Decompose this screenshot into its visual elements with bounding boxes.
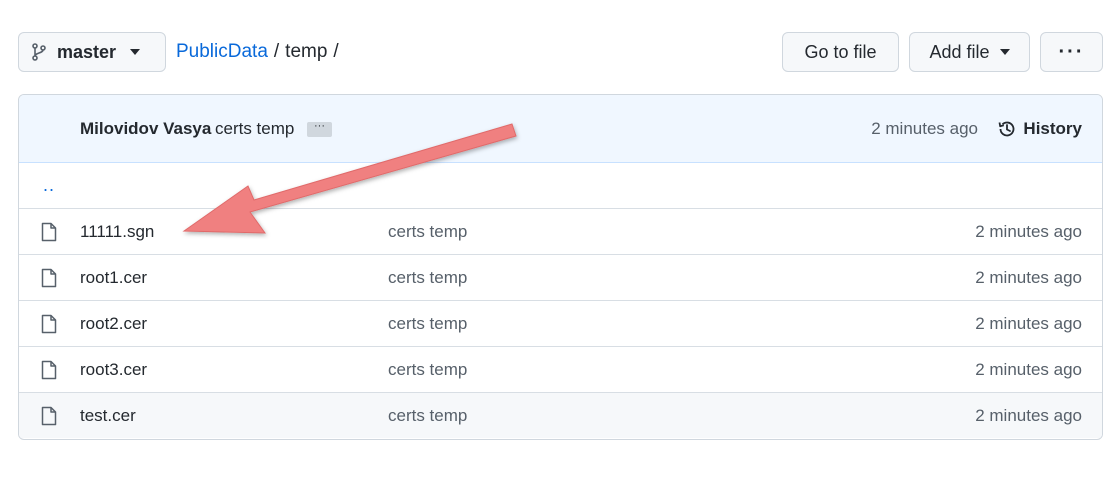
history-icon <box>999 121 1015 136</box>
breadcrumb-separator: / <box>333 41 339 62</box>
branch-select-button[interactable]: master <box>18 32 166 72</box>
file-icon <box>41 406 57 426</box>
file-commit-message[interactable]: certs temp <box>388 360 467 380</box>
branch-name: master <box>57 41 117 62</box>
file-commit-message[interactable]: certs temp <box>388 222 467 242</box>
latest-commit-bar: Milovidov Vasya certs temp ··· 2 minutes… <box>19 95 1102 163</box>
repo-toolbar: master PublicData / temp / Go to file Ad… <box>18 32 1103 74</box>
file-row[interactable]: 11111.sgn certs temp 2 minutes ago <box>19 208 1102 254</box>
file-icon <box>41 314 57 334</box>
parent-directory-row[interactable]: .. <box>19 163 1102 208</box>
commit-author[interactable]: Milovidov Vasya <box>80 119 211 139</box>
chevron-down-icon <box>999 49 1010 55</box>
file-row[interactable]: root1.cer certs temp 2 minutes ago <box>19 254 1102 300</box>
commit-time: 2 minutes ago <box>871 118 978 138</box>
file-commit-message[interactable]: certs temp <box>388 314 467 334</box>
file-icon <box>41 268 57 288</box>
breadcrumb-current-folder: temp <box>285 41 328 62</box>
history-link[interactable]: History <box>997 119 1082 139</box>
go-to-file-button[interactable]: Go to file <box>782 32 899 72</box>
commit-message[interactable]: certs temp <box>215 119 294 139</box>
file-name-link[interactable]: root1.cer <box>80 268 147 288</box>
history-label: History <box>1023 118 1082 138</box>
add-file-button[interactable]: Add file <box>909 32 1030 72</box>
file-name-link[interactable]: 11111.sgn <box>80 222 154 242</box>
file-commit-time: 2 minutes ago <box>975 313 1082 333</box>
breadcrumb-separator: / <box>273 41 280 62</box>
file-name-link[interactable]: root2.cer <box>80 314 147 334</box>
file-icon <box>41 222 57 242</box>
file-row[interactable]: root2.cer certs temp 2 minutes ago <box>19 300 1102 346</box>
more-options-icon: ··· <box>1058 40 1085 63</box>
file-browser: Milovidov Vasya certs temp ··· 2 minutes… <box>18 94 1103 440</box>
go-to-file-label: Go to file <box>804 41 877 62</box>
parent-directory-link[interactable]: .. <box>43 175 55 196</box>
chevron-down-icon <box>130 49 141 55</box>
git-branch-icon <box>32 43 46 61</box>
file-row[interactable]: test.cer certs temp 2 minutes ago <box>19 392 1102 438</box>
file-commit-time: 2 minutes ago <box>975 221 1082 241</box>
file-icon <box>41 360 57 380</box>
file-commit-time: 2 minutes ago <box>975 267 1082 287</box>
file-commit-message[interactable]: certs temp <box>388 268 467 288</box>
file-commit-time: 2 minutes ago <box>975 405 1082 425</box>
breadcrumb-repo-link[interactable]: PublicData <box>176 41 268 63</box>
more-options-button[interactable]: ··· <box>1040 32 1103 72</box>
add-file-label: Add file <box>929 41 990 62</box>
file-row[interactable]: root3.cer certs temp 2 minutes ago <box>19 346 1102 392</box>
breadcrumb: PublicData / temp / <box>176 32 339 72</box>
file-commit-time: 2 minutes ago <box>975 359 1082 379</box>
file-name-link[interactable]: root3.cer <box>80 360 147 380</box>
file-commit-message[interactable]: certs temp <box>388 406 467 426</box>
commit-expand-button[interactable]: ··· <box>307 121 332 137</box>
file-name-link[interactable]: test.cer <box>80 406 136 426</box>
